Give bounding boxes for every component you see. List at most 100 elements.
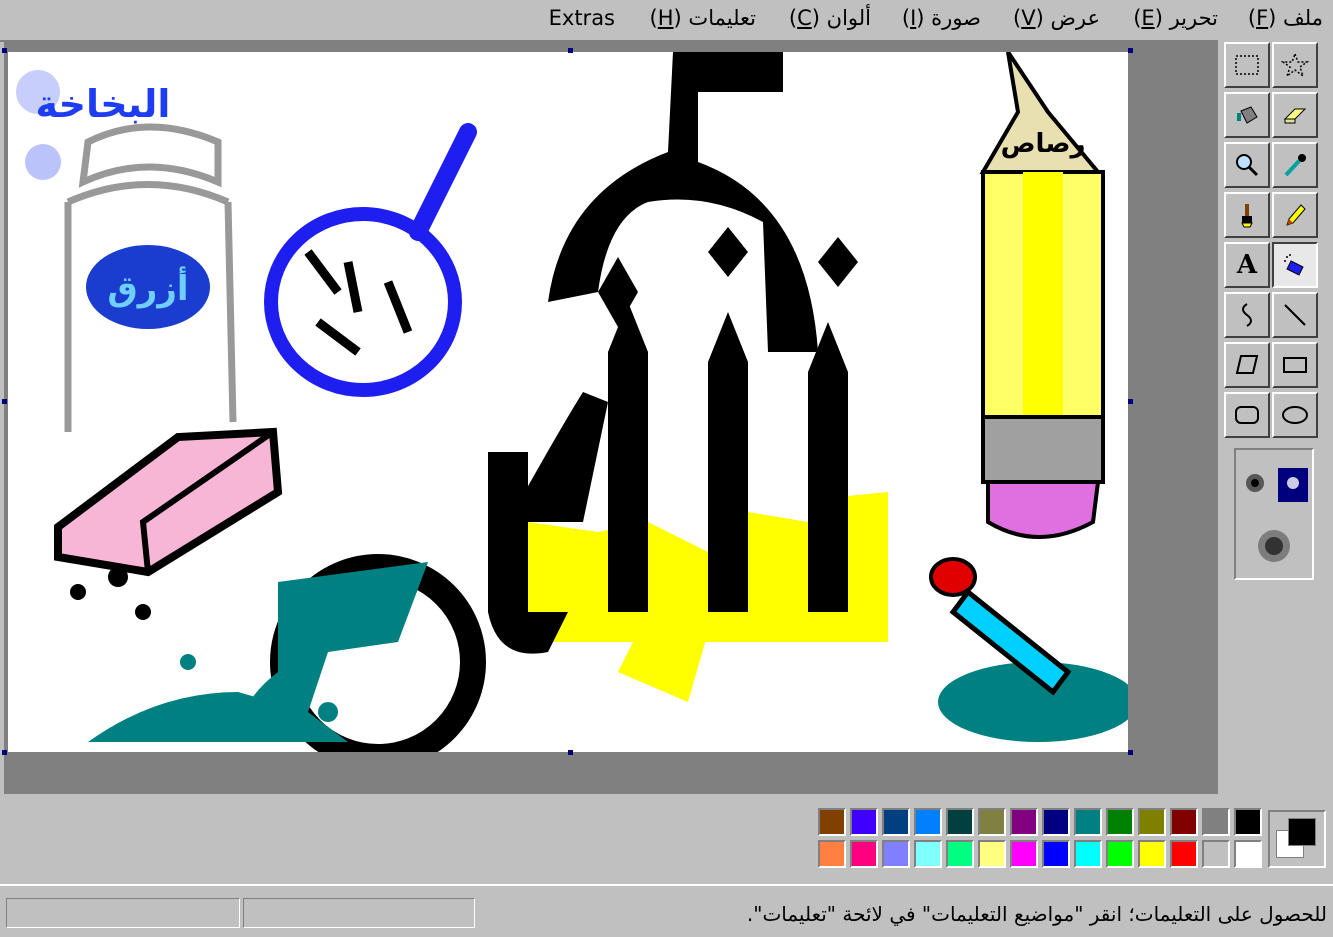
tool-pencil[interactable]: [1272, 192, 1318, 238]
palette-swatch[interactable]: [850, 808, 878, 836]
toolbox: A: [1222, 42, 1333, 442]
tool-ellipse[interactable]: [1272, 392, 1318, 438]
palette-swatch[interactable]: [1042, 808, 1070, 836]
tool-pick-color[interactable]: [1272, 142, 1318, 188]
menu-image-mnemonic: I: [910, 6, 917, 30]
tool-brush[interactable]: [1224, 192, 1270, 238]
palette-swatch[interactable]: [978, 808, 1006, 836]
palette-swatch[interactable]: [1234, 840, 1262, 868]
brush-icon: [1241, 204, 1253, 228]
palette-swatch[interactable]: [850, 840, 878, 868]
palette-swatch[interactable]: [1202, 808, 1230, 836]
spray-size-medium[interactable]: [1240, 468, 1270, 498]
status-help-text: للحصول على التعليمات؛ انقر "مواضيع التعل…: [746, 902, 1327, 926]
menu-colors-mnemonic: C: [797, 6, 812, 30]
palette-swatch[interactable]: [978, 840, 1006, 868]
tool-line[interactable]: [1272, 292, 1318, 338]
menu-help-mnemonic: H: [657, 6, 674, 30]
palette-swatch[interactable]: [1010, 840, 1038, 868]
tool-rounded-rectangle[interactable]: [1224, 392, 1270, 438]
menu-edit[interactable]: تحرير (E): [1133, 6, 1218, 30]
eraser-icon: [1283, 108, 1307, 124]
menu-help[interactable]: تعليمات (H): [650, 6, 756, 30]
resize-handle-l[interactable]: [2, 399, 7, 404]
palette-swatch[interactable]: [1170, 840, 1198, 868]
palette-swatch[interactable]: [1202, 840, 1230, 868]
tool-fill[interactable]: [1224, 92, 1270, 138]
spray-selected-icon: [1287, 477, 1299, 489]
menu-image[interactable]: صورة (I): [902, 6, 981, 30]
palette-swatch[interactable]: [1074, 840, 1102, 868]
pencil-drawing: رصاص: [979, 52, 1105, 539]
status-panel-coords: [6, 898, 240, 928]
ellipse-icon: [1282, 406, 1308, 424]
tool-free-form-select[interactable]: [1272, 42, 1318, 88]
palette-swatch[interactable]: [1010, 808, 1038, 836]
palette-swatch[interactable]: [1106, 840, 1134, 868]
rounded-rect-icon: [1235, 406, 1259, 424]
menu-bar: ملف (F) تحرير (E) عرض (V) صورة (I) ألوان…: [0, 0, 1333, 40]
tool-airbrush[interactable]: [1272, 242, 1318, 288]
menu-colors[interactable]: ألوان (C): [789, 6, 871, 30]
tool-rect-select[interactable]: [1224, 42, 1270, 88]
palette-swatch[interactable]: [914, 808, 942, 836]
color-palette: [816, 806, 1326, 874]
magnifier-icon: [1236, 154, 1259, 177]
resize-handle-bl[interactable]: [2, 750, 7, 755]
resize-handle-t[interactable]: [568, 48, 573, 53]
palette-swatch[interactable]: [1042, 840, 1070, 868]
spray-can-label: أزرق: [107, 266, 188, 309]
status-panel-size: [243, 898, 475, 928]
menu-edit-mnemonic: E: [1141, 6, 1155, 30]
frying-pan-drawing: [264, 123, 477, 397]
tool-options-panel: [1234, 448, 1314, 580]
pencil-icon: [1286, 204, 1306, 226]
palette-swatch[interactable]: [1138, 840, 1166, 868]
palette-swatch[interactable]: [882, 840, 910, 868]
tool-rectangle[interactable]: [1272, 342, 1318, 388]
tool-polygon[interactable]: [1224, 342, 1270, 388]
spray-size-large[interactable]: [1254, 526, 1294, 566]
paint-bucket-icon: [1237, 106, 1258, 124]
menu-view-label: عرض: [1050, 6, 1100, 30]
brush-drawing: [488, 52, 888, 702]
menu-edit-label: تحرير: [1169, 6, 1218, 30]
tool-text[interactable]: A: [1224, 242, 1270, 288]
splash-drawing: [88, 554, 486, 752]
resize-handle-b[interactable]: [568, 750, 573, 755]
palette-swatch[interactable]: [914, 840, 942, 868]
resize-handle-tr[interactable]: [1128, 48, 1133, 53]
palette-swatch[interactable]: [1138, 808, 1166, 836]
palette-swatch[interactable]: [818, 840, 846, 868]
polygon-icon: [1235, 355, 1259, 374]
palette-swatch[interactable]: [946, 840, 974, 868]
menu-view[interactable]: عرض (V): [1013, 6, 1100, 30]
work-area-edge: [0, 42, 4, 794]
resize-handle-br[interactable]: [1128, 750, 1133, 755]
palette-swatch[interactable]: [1106, 808, 1134, 836]
palette-swatch[interactable]: [946, 808, 974, 836]
palette-swatch[interactable]: [1074, 808, 1102, 836]
tool-magnifier[interactable]: [1224, 142, 1270, 188]
menu-extras[interactable]: Extras: [549, 6, 615, 30]
palette-swatch[interactable]: [1170, 808, 1198, 836]
status-bar: للحصول على التعليمات؛ انقر "مواضيع التعل…: [0, 884, 1333, 937]
palette-swatch[interactable]: [1234, 808, 1262, 836]
canvas-artwork: أزرق البخاخة رصاص: [16, 52, 1128, 752]
menu-file[interactable]: ملف (F): [1248, 6, 1323, 30]
drawing-canvas[interactable]: أزرق البخاخة رصاص: [8, 52, 1128, 752]
work-area: أزرق البخاخة رصاص: [0, 40, 1218, 794]
menu-file-mnemonic: F: [1256, 6, 1269, 30]
spray-can-drawing: أزرق البخاخة: [16, 70, 237, 432]
menu-view-mnemonic: V: [1021, 6, 1036, 30]
palette-swatch[interactable]: [882, 808, 910, 836]
curve-icon: [1242, 303, 1252, 327]
spray-size-small[interactable]: [1278, 468, 1308, 502]
star-select-icon: [1281, 51, 1309, 79]
tool-curve[interactable]: [1224, 292, 1270, 338]
tool-eraser[interactable]: [1272, 92, 1318, 138]
palette-swatch[interactable]: [818, 808, 846, 836]
resize-handle-r[interactable]: [1128, 399, 1133, 404]
resize-handle-tl[interactable]: [2, 48, 7, 53]
dropper-drawing: [929, 557, 1128, 742]
